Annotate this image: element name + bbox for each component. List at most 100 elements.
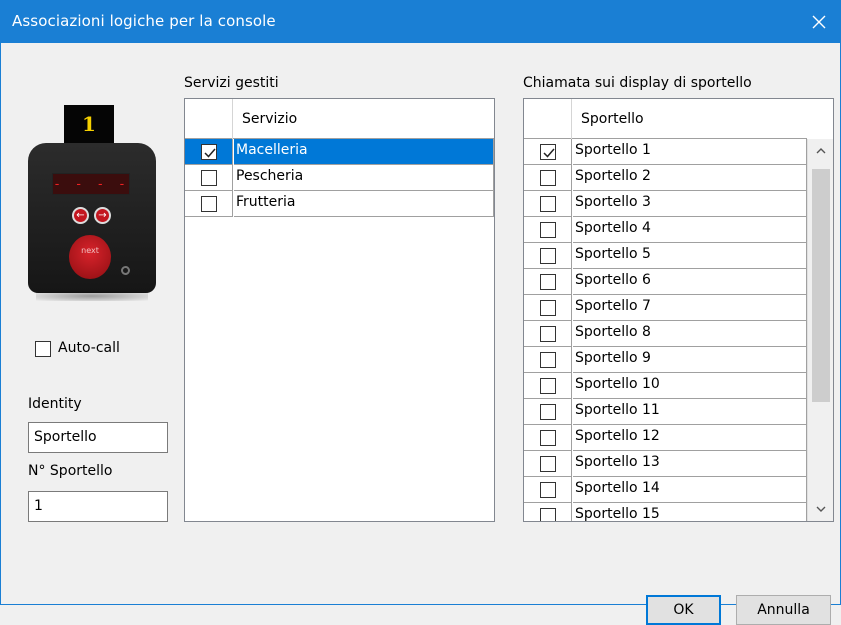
scroll-thumb[interactable] [812,169,830,402]
sportello-name[interactable]: Sportello 6 [573,269,807,295]
sportello-name[interactable]: Sportello 9 [573,347,807,373]
sportello-name[interactable]: Sportello 4 [573,217,807,243]
sportello-checkbox[interactable] [540,196,556,212]
sportello-name[interactable]: Sportello 14 [573,477,807,503]
sportello-row[interactable]: Sportello 15 [524,503,807,521]
sportello-name[interactable]: Sportello 5 [573,243,807,269]
sportello-checkbox[interactable] [540,170,556,186]
service-row[interactable]: Pescheria [185,165,494,191]
right-arrow-icon: → [94,207,111,224]
device-display: - - - - [52,173,130,195]
cancel-button[interactable]: Annulla [736,595,831,625]
sportello-row[interactable]: Sportello 8 [524,321,807,347]
sportello-name[interactable]: Sportello 8 [573,321,807,347]
sportello-check-cell[interactable] [524,321,572,347]
sportello-check-cell[interactable] [524,165,572,191]
sportello-row[interactable]: Sportello 1 [524,139,807,165]
sportello-row[interactable]: Sportello 12 [524,425,807,451]
sportello-check-cell[interactable] [524,503,572,521]
checkmark-icon [204,148,216,158]
scroll-up-button[interactable] [808,141,833,161]
sportello-checkbox[interactable] [540,508,556,521]
displays-column-header[interactable]: Sportello [573,99,644,139]
displays-grid[interactable]: Sportello Sportello 1 Sportello 2 Sportell… [523,98,834,522]
close-icon [812,15,826,29]
services-header-check-col [185,99,233,139]
sportello-check-cell[interactable] [524,217,572,243]
identity-input[interactable]: Sportello [28,422,168,453]
sportello-checkbox[interactable] [540,378,556,394]
service-checkbox[interactable] [201,170,217,186]
sportello-check-cell[interactable] [524,373,572,399]
window-title: Associazioni logiche per la console [12,12,276,30]
sportello-check-cell[interactable] [524,243,572,269]
sportello-checkbox[interactable] [540,274,556,290]
sportello-name[interactable]: Sportello 11 [573,399,807,425]
sportello-check-cell[interactable] [524,425,572,451]
sportello-row[interactable]: Sportello 4 [524,217,807,243]
sportello-number-input[interactable]: 1 [28,491,168,522]
autocall-checkbox-box[interactable] [35,341,51,357]
sportello-check-cell[interactable] [524,399,572,425]
sportello-checkbox[interactable] [540,222,556,238]
sportello-row[interactable]: Sportello 6 [524,269,807,295]
service-name[interactable]: Frutteria [234,191,494,217]
sportello-row[interactable]: Sportello 9 [524,347,807,373]
service-row[interactable]: Frutteria [185,191,494,217]
sportello-row[interactable]: Sportello 7 [524,295,807,321]
checkmark-icon [543,148,555,158]
service-check-cell[interactable] [185,191,233,217]
sportello-check-cell[interactable] [524,191,572,217]
services-group-label: Servizi gestiti [184,75,279,91]
led-icon [121,266,130,275]
sportello-name[interactable]: Sportello 3 [573,191,807,217]
sportello-check-cell[interactable] [524,347,572,373]
services-grid-header: Servizio [185,99,494,139]
sportello-checkbox[interactable] [540,352,556,368]
sportello-row[interactable]: Sportello 10 [524,373,807,399]
service-check-cell[interactable] [185,165,233,191]
sportello-checkbox[interactable] [540,482,556,498]
sportello-checkbox[interactable] [540,456,556,472]
sportello-name[interactable]: Sportello 10 [573,373,807,399]
sportello-checkbox[interactable] [540,144,556,160]
services-column-header[interactable]: Servizio [234,99,297,139]
close-button[interactable] [798,1,840,43]
sportello-check-cell[interactable] [524,477,572,503]
service-row[interactable]: Macelleria [185,139,494,165]
device-body: - - - - ← → next [28,143,156,293]
services-grid[interactable]: Servizio Macelleria Pescheria Frutteria [184,98,495,522]
service-name[interactable]: Macelleria [234,139,494,165]
sportello-checkbox[interactable] [540,404,556,420]
sportello-check-cell[interactable] [524,269,572,295]
sportello-name[interactable]: Sportello 7 [573,295,807,321]
sportello-row[interactable]: Sportello 11 [524,399,807,425]
sportello-check-cell[interactable] [524,139,572,165]
ok-button[interactable]: OK [646,595,721,625]
sportello-name[interactable]: Sportello 13 [573,451,807,477]
scroll-down-button[interactable] [808,499,833,519]
sportello-checkbox[interactable] [540,248,556,264]
sportello-check-cell[interactable] [524,451,572,477]
sportello-row[interactable]: Sportello 2 [524,165,807,191]
sportello-row[interactable]: Sportello 5 [524,243,807,269]
sportello-name[interactable]: Sportello 1 [573,139,807,165]
sportello-checkbox[interactable] [540,430,556,446]
service-name[interactable]: Pescheria [234,165,494,191]
sportello-name[interactable]: Sportello 2 [573,165,807,191]
service-checkbox[interactable] [201,144,217,160]
sportello-check-cell[interactable] [524,295,572,321]
sportello-checkbox[interactable] [540,326,556,342]
sportello-row[interactable]: Sportello 13 [524,451,807,477]
service-checkbox[interactable] [201,196,217,212]
sportello-name[interactable]: Sportello 12 [573,425,807,451]
device-number-badge: 1 [64,105,114,143]
device-shadow [36,291,148,301]
next-button-graphic: next [69,235,111,279]
sportello-row[interactable]: Sportello 3 [524,191,807,217]
sportello-row[interactable]: Sportello 14 [524,477,807,503]
service-check-cell[interactable] [185,139,233,165]
displays-scrollbar[interactable] [807,139,833,521]
sportello-name[interactable]: Sportello 15 [573,503,807,521]
sportello-checkbox[interactable] [540,300,556,316]
